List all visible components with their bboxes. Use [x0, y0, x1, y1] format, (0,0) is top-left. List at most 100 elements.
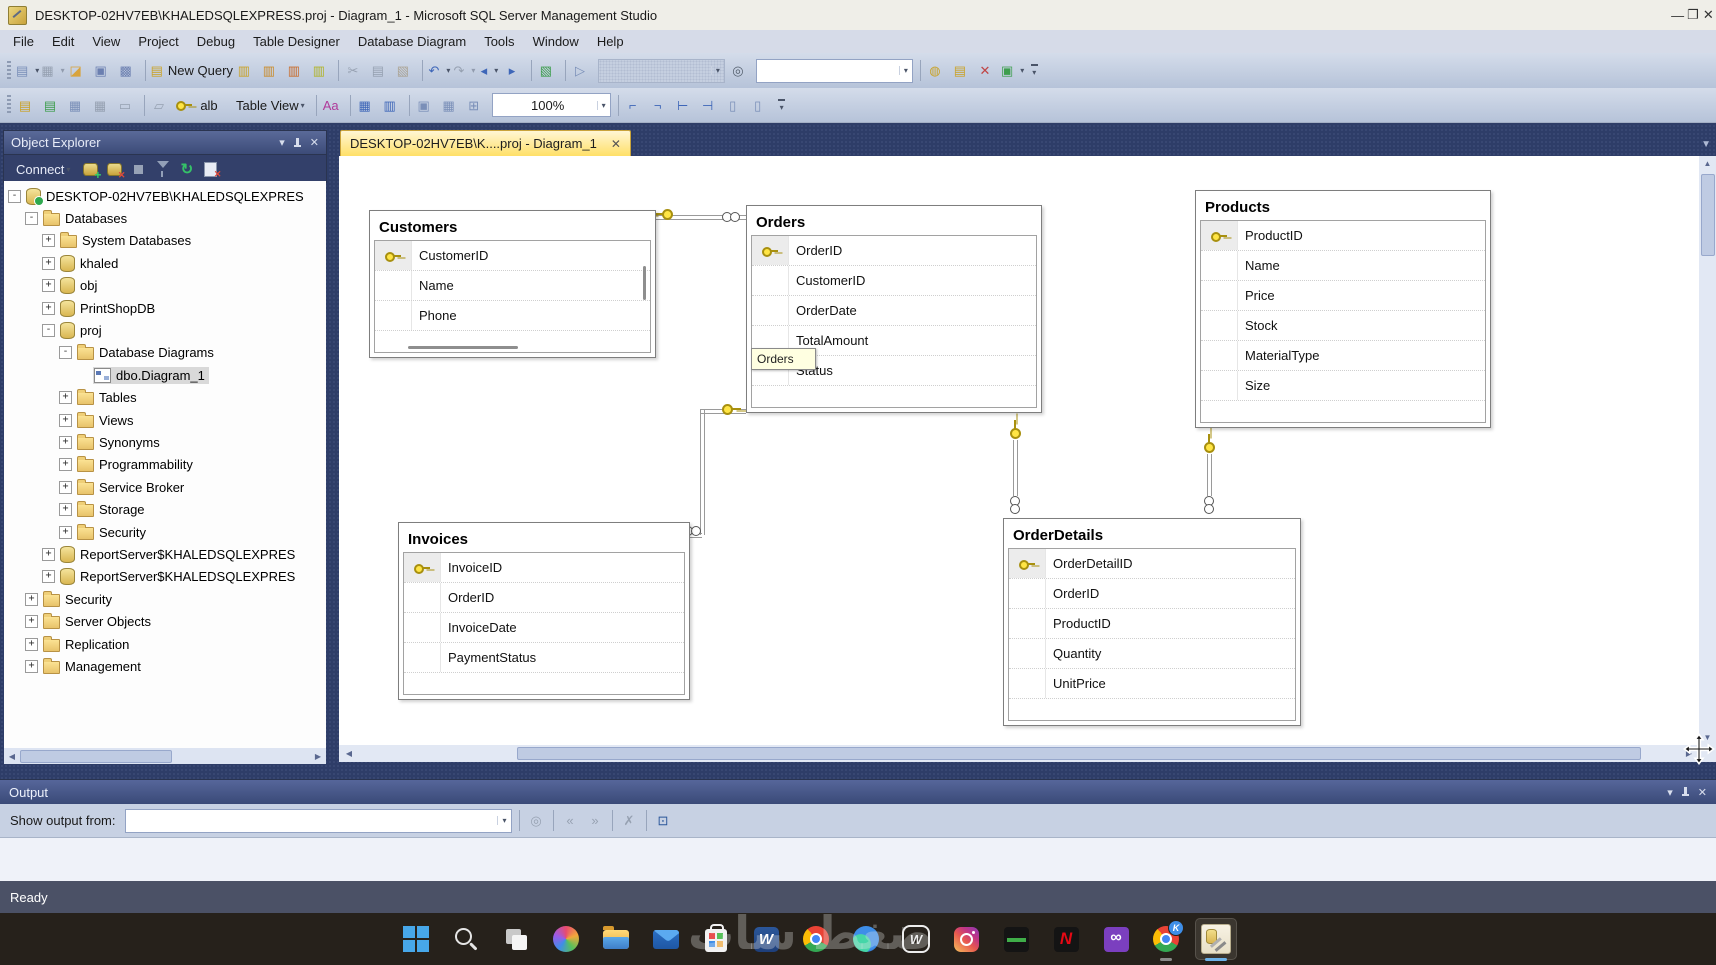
window-layout-button[interactable]: ▣: [1001, 59, 1024, 82]
tree-item[interactable]: + Security: [4, 588, 326, 610]
edge[interactable]: [846, 919, 886, 959]
ssms[interactable]: [1196, 919, 1236, 961]
arrange-selection-button[interactable]: ▣: [415, 94, 438, 117]
green-app[interactable]: [996, 919, 1036, 959]
table-column-row[interactable]: OrderDetailID: [1009, 549, 1295, 578]
autosize-tables-button[interactable]: ⊞: [465, 94, 488, 117]
table-column-row[interactable]: OrderDate: [752, 295, 1036, 325]
table-column-row[interactable]: ProductID: [1009, 608, 1295, 638]
next-message-button[interactable]: »: [584, 809, 607, 832]
menu-item[interactable]: Debug: [188, 31, 244, 52]
execute-button[interactable]: ▷: [571, 59, 594, 82]
print-preview-button[interactable]: ▯: [749, 94, 772, 117]
tree-item[interactable]: + ReportServer$KHALEDSQLEXPRES: [4, 566, 326, 588]
table-column-row[interactable]: Price: [1201, 280, 1485, 310]
expand-toggle-icon[interactable]: +: [59, 413, 72, 427]
expand-toggle-icon[interactable]: +: [25, 637, 38, 651]
text-annotation-button[interactable]: alb: [200, 94, 223, 117]
expand-toggle-icon[interactable]: +: [42, 570, 55, 584]
file-explorer[interactable]: [596, 919, 636, 959]
expand-toggle-icon[interactable]: +: [42, 547, 55, 561]
tree-item[interactable]: + Server Objects: [4, 610, 326, 632]
tree-item[interactable]: dbo.Diagram_1: [4, 364, 326, 386]
add-table-button[interactable]: ▤: [41, 94, 64, 117]
table-column-row[interactable]: InvoiceDate: [404, 612, 684, 642]
microsoft-store[interactable]: [696, 919, 736, 959]
menu-item[interactable]: File: [4, 31, 43, 52]
relationship-line[interactable]: [700, 409, 705, 535]
diagram-table-products[interactable]: Products ProductID Name Price Stock Mate…: [1195, 190, 1491, 428]
disconnect-button[interactable]: [104, 159, 126, 180]
table-column-row[interactable]: ProductID: [1201, 221, 1485, 250]
table-column-row[interactable]: MaterialType: [1201, 340, 1485, 370]
menu-item[interactable]: Tools: [475, 31, 523, 52]
relationship-line-down-button[interactable]: ¬: [649, 94, 672, 117]
mdx-query-button[interactable]: ▥: [260, 59, 283, 82]
visual-studio[interactable]: [1096, 919, 1136, 959]
scroll-thumb[interactable]: [20, 749, 172, 763]
table-view-button[interactable]: Table View: [224, 96, 312, 115]
external-tools-button[interactable]: ✕: [976, 59, 999, 82]
toolbar-options-button[interactable]: [1027, 60, 1041, 82]
relationship-line-up-button[interactable]: ⌐: [624, 94, 647, 117]
chrome[interactable]: [796, 919, 836, 959]
table-title[interactable]: Invoices: [402, 526, 686, 552]
menu-item[interactable]: Window: [524, 31, 588, 52]
copy-button[interactable]: ▤: [369, 59, 392, 82]
table-title[interactable]: Customers: [373, 214, 652, 240]
menu-item[interactable]: Database Diagram: [349, 31, 475, 52]
tree-item[interactable]: - Database Diagrams: [4, 342, 326, 364]
table-column-row[interactable]: PaymentStatus: [404, 642, 684, 672]
tree-item[interactable]: - Databases: [4, 207, 326, 229]
copilot[interactable]: [546, 919, 586, 959]
tree-item[interactable]: + Security: [4, 521, 326, 543]
relationship-line[interactable]: [1013, 440, 1018, 496]
expand-toggle-icon[interactable]: +: [59, 480, 72, 494]
diagram-table-customers[interactable]: Customers CustomerID Name Phone: [369, 210, 656, 358]
expand-toggle-icon[interactable]: -: [59, 346, 72, 360]
availability-group-combo[interactable]: [597, 58, 725, 83]
properties-window-button[interactable]: ▤: [951, 59, 974, 82]
table-title[interactable]: Products: [1199, 194, 1487, 220]
expand-toggle-icon[interactable]: +: [59, 525, 72, 539]
diagram-table-invoices[interactable]: Invoices InvoiceID OrderID InvoiceDate P…: [398, 522, 690, 700]
stop-button[interactable]: [128, 159, 149, 180]
toolbar-options-button[interactable]: [775, 94, 789, 116]
tree-item[interactable]: + Service Broker: [4, 476, 326, 498]
navigate-backward-button[interactable]: ◂: [478, 59, 501, 82]
table-column-row[interactable]: OrderID: [1009, 578, 1295, 608]
scroll-left-icon[interactable]: ◀: [4, 752, 20, 761]
table-column-row[interactable]: OrderID: [752, 236, 1036, 265]
new-query-button[interactable]: ▤ New Query: [151, 59, 233, 82]
refresh-button[interactable]: [176, 159, 197, 180]
tree-item[interactable]: + Programmability: [4, 454, 326, 476]
close-button[interactable]: ✕: [1701, 0, 1716, 30]
start[interactable]: [396, 919, 436, 959]
find-message-button[interactable]: ◎: [525, 809, 548, 832]
table-column-row[interactable]: CustomerID: [375, 241, 650, 270]
tree-item[interactable]: + obj: [4, 275, 326, 297]
database-engine-query-button[interactable]: ▥: [235, 59, 258, 82]
expand-toggle-icon[interactable]: +: [42, 279, 55, 293]
table-hscroll-thumb[interactable]: [408, 346, 518, 349]
table-title[interactable]: Orders: [750, 209, 1038, 235]
manage-relationships-button[interactable]: ▦: [66, 94, 89, 117]
arrange-tables-button[interactable]: ▦: [440, 94, 463, 117]
diagram-table-orders[interactable]: Orders OrderID CustomerID OrderDate Tota…: [746, 205, 1042, 413]
word[interactable]: [746, 919, 786, 959]
close-icon[interactable]: ✕: [1698, 786, 1707, 799]
minimize-button[interactable]: —: [1670, 0, 1685, 30]
toolbar-grip[interactable]: [7, 60, 11, 81]
expand-toggle-icon[interactable]: +: [42, 256, 55, 270]
show-relationship-labels-button[interactable]: Aa: [322, 94, 345, 117]
empty-row[interactable]: [1009, 698, 1295, 720]
relationship-line-left-button[interactable]: ⊢: [674, 94, 697, 117]
new-project-button[interactable]: ▤: [16, 59, 39, 82]
toolbar-grip[interactable]: [7, 95, 11, 115]
diagram-table-orderdetails[interactable]: OrderDetails OrderDetailID OrderID Produ…: [1003, 518, 1301, 726]
dmx-query-button[interactable]: ▥: [285, 59, 308, 82]
expand-toggle-icon[interactable]: +: [25, 615, 38, 629]
table-vscroll-thumb[interactable]: [643, 266, 646, 300]
tree-item[interactable]: + ReportServer$KHALEDSQLEXPRES: [4, 543, 326, 565]
set-primary-key-button[interactable]: [175, 94, 198, 117]
